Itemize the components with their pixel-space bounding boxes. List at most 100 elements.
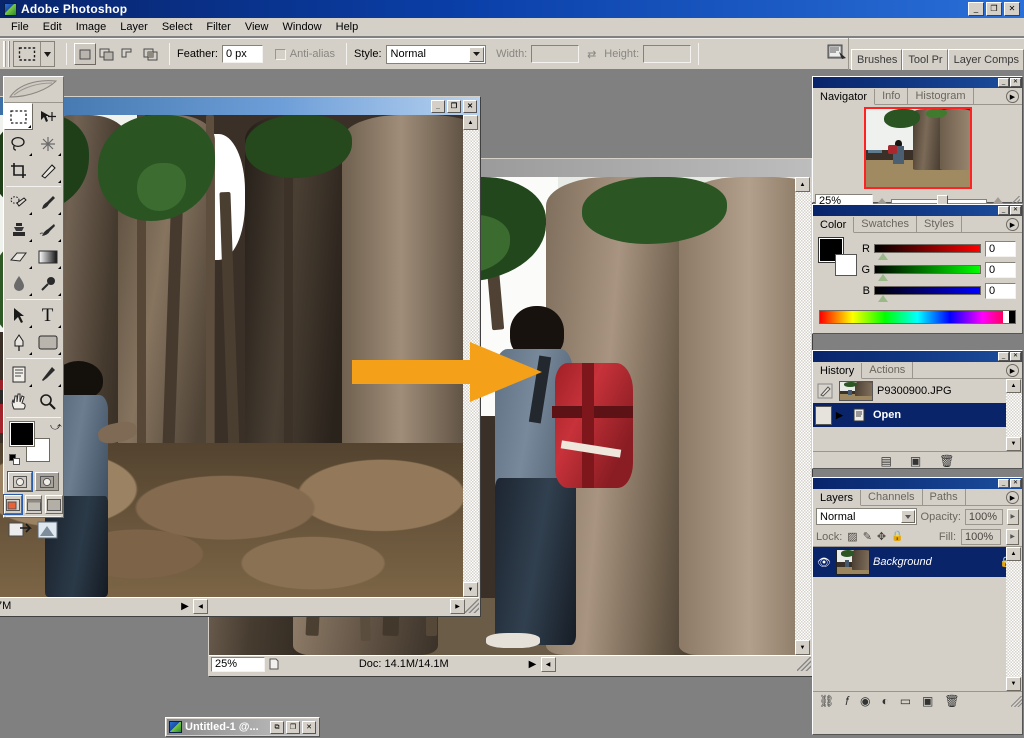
channel-slider-r[interactable] bbox=[874, 244, 981, 260]
color-close-button[interactable]: ✕ bbox=[1010, 206, 1021, 215]
scroll-down-button-front[interactable]: ▼ bbox=[463, 582, 478, 597]
scroll-right-button-front[interactable]: ▶ bbox=[450, 598, 465, 614]
menu-select[interactable]: Select bbox=[155, 19, 200, 35]
navigator-titlebar[interactable]: _ ✕ bbox=[813, 77, 1022, 88]
menu-window[interactable]: Window bbox=[276, 19, 329, 35]
jump-to-imageready-button[interactable] bbox=[8, 519, 34, 544]
tab-swatches[interactable]: Swatches bbox=[854, 216, 917, 232]
tab-color[interactable]: Color bbox=[813, 217, 855, 233]
panel-menu-icon[interactable]: ▶ bbox=[1006, 218, 1019, 231]
layers-titlebar[interactable]: _ ✕ bbox=[813, 478, 1022, 489]
minimized-document-window[interactable]: Untitled-1 @... ⧉ ❐ ✕ bbox=[165, 717, 320, 737]
tab-channels[interactable]: Channels bbox=[861, 489, 923, 505]
fill-stepper-arrow[interactable]: ▶ bbox=[1006, 528, 1019, 545]
app-restore-button[interactable]: ❐ bbox=[986, 2, 1002, 16]
layer-name[interactable]: Background bbox=[873, 556, 997, 568]
swap-dimensions-icon[interactable]: ⇄ bbox=[587, 48, 596, 61]
resize-grip-front[interactable] bbox=[465, 599, 479, 613]
layers-scroll-up-button[interactable]: ▲ bbox=[1006, 547, 1021, 561]
gradient-tool[interactable] bbox=[33, 243, 62, 270]
new-selection-button[interactable] bbox=[74, 43, 96, 65]
channel-value-r[interactable]: 0 bbox=[985, 240, 1016, 257]
scroll-left-button-front[interactable]: ◀ bbox=[193, 598, 208, 614]
subtract-selection-button[interactable] bbox=[118, 43, 140, 65]
crop-tool[interactable] bbox=[4, 157, 33, 184]
history-brush-tool[interactable] bbox=[33, 216, 62, 243]
brush-tool[interactable] bbox=[33, 189, 62, 216]
standard-mode-button[interactable] bbox=[7, 471, 33, 492]
document-minimize-button[interactable]: _ bbox=[431, 99, 445, 113]
tab-layers[interactable]: Layers bbox=[813, 490, 862, 506]
menu-edit[interactable]: Edit bbox=[36, 19, 69, 35]
intersect-selection-button[interactable] bbox=[140, 43, 162, 65]
app-minimize-button[interactable]: _ bbox=[968, 2, 984, 16]
toolbox-header[interactable] bbox=[4, 77, 63, 103]
background-color-swatch[interactable] bbox=[835, 254, 857, 276]
chevron-down-icon[interactable] bbox=[900, 510, 915, 523]
history-scroll-up-button[interactable]: ▲ bbox=[1006, 379, 1021, 393]
history-state-list[interactable]: P9300900.JPG ▶ Open ▲ ▼ bbox=[813, 379, 1022, 451]
history-scroll-track[interactable] bbox=[1006, 393, 1022, 437]
scroll-left-button-back[interactable]: ◀ bbox=[540, 656, 556, 672]
menu-view[interactable]: View bbox=[238, 19, 276, 35]
navigator-thumbnail[interactable] bbox=[863, 107, 972, 189]
menu-help[interactable]: Help bbox=[329, 19, 366, 35]
navigator-thumbnail-area[interactable] bbox=[813, 105, 1022, 191]
color-panel[interactable]: _ ✕ Color Swatches Styles ▶ R 0 G 0 B 0 bbox=[812, 204, 1023, 334]
tab-navigator[interactable]: Navigator bbox=[813, 89, 876, 105]
default-colors-icon[interactable] bbox=[9, 454, 20, 465]
path-selection-tool[interactable] bbox=[4, 302, 33, 329]
minimized-restore-button[interactable]: ⧉ bbox=[270, 720, 284, 734]
scroll-up-button-back[interactable]: ▲ bbox=[795, 177, 810, 192]
document-maximize-button[interactable]: ❐ bbox=[447, 99, 461, 113]
menu-image[interactable]: Image bbox=[69, 19, 114, 35]
rectangle-shape-tool[interactable] bbox=[33, 329, 62, 356]
lasso-tool[interactable] bbox=[4, 130, 33, 157]
delete-layer-icon[interactable]: 🗑 bbox=[944, 694, 959, 708]
layers-resize-grip[interactable] bbox=[1011, 695, 1022, 707]
layer-list[interactable]: 👁 Background 🔒 ▲ ▼ bbox=[813, 547, 1022, 691]
blur-tool[interactable] bbox=[4, 270, 33, 297]
status-menu-arrow-front[interactable]: ▶ bbox=[177, 601, 193, 612]
layers-panel[interactable]: _ ✕ Layers Channels Paths ▶ Normal Opaci… bbox=[812, 477, 1023, 735]
color-swatches[interactable] bbox=[818, 237, 857, 276]
tab-paths[interactable]: Paths bbox=[923, 489, 966, 505]
standard-screen-mode-button[interactable] bbox=[3, 494, 23, 515]
history-snapshot-row[interactable]: P9300900.JPG bbox=[813, 379, 1022, 403]
move-tool[interactable] bbox=[33, 103, 62, 130]
tab-histogram[interactable]: Histogram bbox=[908, 88, 974, 104]
anti-alias-checkbox[interactable] bbox=[274, 48, 286, 60]
chevron-down-icon[interactable] bbox=[40, 42, 54, 66]
foreground-color-swatch[interactable] bbox=[9, 421, 35, 447]
layers-close-button[interactable]: ✕ bbox=[1010, 479, 1021, 488]
panel-menu-icon[interactable]: ▶ bbox=[1006, 90, 1019, 103]
document-titlebar-front[interactable]: _ ❐ ✕ bbox=[0, 97, 479, 115]
minimized-close-button[interactable]: ✕ bbox=[302, 720, 316, 734]
tool-preset-picker[interactable] bbox=[13, 41, 55, 67]
feather-input[interactable]: 0 px bbox=[221, 45, 264, 63]
app-close-button[interactable]: ✕ bbox=[1004, 2, 1020, 16]
new-adjustment-layer-icon[interactable]: ◐ bbox=[881, 694, 888, 708]
swap-colors-icon[interactable]: ⤻ bbox=[50, 421, 62, 434]
healing-brush-tool[interactable] bbox=[4, 189, 33, 216]
minimized-maximize-button[interactable]: ❐ bbox=[286, 720, 300, 734]
lock-all-icon[interactable]: 🔒 bbox=[891, 531, 903, 542]
lock-position-icon[interactable]: ✥ bbox=[877, 530, 886, 543]
history-scrollbar[interactable]: ▲ ▼ bbox=[1006, 379, 1022, 451]
vertical-scroll-track-back[interactable] bbox=[795, 192, 811, 640]
vertical-scrollbar-back[interactable]: ▲ ▼ bbox=[795, 177, 811, 655]
well-tab-layer-comps[interactable]: Layer Comps bbox=[947, 49, 1024, 70]
channel-knob-g[interactable] bbox=[878, 274, 888, 281]
resize-grip-back[interactable] bbox=[797, 657, 811, 671]
pen-tool[interactable] bbox=[4, 329, 33, 356]
channel-value-b[interactable]: 0 bbox=[985, 282, 1016, 299]
blend-mode-select[interactable]: Normal bbox=[816, 508, 917, 525]
new-snapshot-icon[interactable]: ▣ bbox=[910, 454, 921, 468]
scroll-up-button-front[interactable]: ▲ bbox=[463, 115, 478, 130]
toolbox[interactable]: T ⤻ bbox=[3, 76, 64, 539]
panel-menu-icon[interactable]: ▶ bbox=[1006, 491, 1019, 504]
channel-slider-g[interactable] bbox=[874, 265, 981, 281]
height-input[interactable] bbox=[643, 45, 691, 63]
scroll-down-button-back[interactable]: ▼ bbox=[795, 640, 810, 655]
notes-tool[interactable] bbox=[4, 361, 33, 388]
